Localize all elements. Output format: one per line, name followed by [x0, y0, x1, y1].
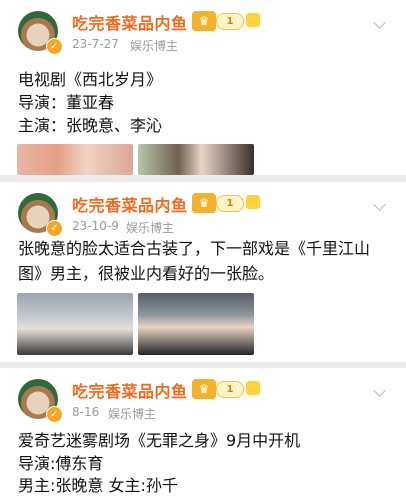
post-date: 23-7-27	[72, 37, 119, 51]
verified-badge-icon: ✓	[46, 38, 63, 55]
post-text-line: 爱奇艺迷雾剧场《无罪之身》9月中开机	[18, 431, 301, 450]
member-icon	[246, 195, 260, 209]
post-text-line: 图》男主，很被业内看好的一张脸。	[18, 264, 275, 283]
member-icon	[246, 13, 260, 27]
post-image[interactable]	[138, 144, 254, 175]
author-name[interactable]: 吃完香菜品内鱼	[72, 192, 188, 216]
post-header: ✓ 吃完香菜品内鱼 ♛ 1 23-10-9 娱乐博主	[0, 182, 406, 242]
level-badge[interactable]: 1	[216, 195, 244, 212]
post-card[interactable]: ✓ 吃完香菜品内鱼 ♛ 1 8-16 娱乐博主 爱奇艺迷雾剧场《无罪之身》9月中…	[0, 368, 406, 500]
post-date: 8-16	[72, 405, 100, 419]
author-role: 娱乐博主	[108, 407, 157, 421]
crown-icon[interactable]: ♛	[192, 193, 216, 213]
chevron-down-icon[interactable]	[373, 198, 386, 211]
post-image[interactable]	[17, 293, 133, 355]
chevron-down-icon[interactable]	[373, 16, 386, 29]
post-date: 23-10-9	[72, 219, 119, 233]
post-text-line: 导演:傅东育	[18, 454, 104, 473]
level-badge[interactable]: 1	[216, 13, 244, 30]
verified-badge-icon: ✓	[46, 220, 63, 237]
crown-icon[interactable]: ♛	[192, 11, 216, 31]
post-text-line: 张晚意的脸太适合古装了，下一部戏是《千里江山	[18, 239, 371, 258]
post-text-line: 导演：董亚春	[18, 93, 115, 112]
crown-icon[interactable]: ♛	[192, 379, 216, 399]
post-text-line: 电视剧《西北岁月》	[18, 70, 163, 89]
author-name[interactable]: 吃完香菜品内鱼	[72, 10, 188, 34]
author-name[interactable]: 吃完香菜品内鱼	[72, 378, 188, 402]
post-header: ✓ 吃完香菜品内鱼 ♛ 1 23-7-27 娱乐博主	[0, 0, 406, 60]
author-role: 娱乐博主	[130, 39, 179, 53]
post-image[interactable]	[17, 144, 133, 175]
member-icon	[246, 381, 260, 395]
chevron-down-icon[interactable]	[373, 384, 386, 397]
post-header: ✓ 吃完香菜品内鱼 ♛ 1 8-16 娱乐博主	[0, 368, 406, 428]
level-badge[interactable]: 1	[216, 381, 244, 398]
post-image[interactable]	[138, 293, 254, 355]
author-role: 娱乐博主	[126, 221, 175, 235]
post-text-line: 主演：张晚意、李沁	[18, 116, 163, 135]
verified-badge-icon: ✓	[46, 406, 63, 423]
post-text-line: 男主:张晚意 女主:孙千	[18, 476, 178, 495]
post-card[interactable]: ✓ 吃完香菜品内鱼 ♛ 1 23-10-9 娱乐博主 张晚意的脸太适合古装了，下…	[0, 182, 406, 362]
post-card[interactable]: ✓ 吃完香菜品内鱼 ♛ 1 23-7-27 娱乐博主 电视剧《西北岁月》 导演：…	[0, 0, 406, 175]
